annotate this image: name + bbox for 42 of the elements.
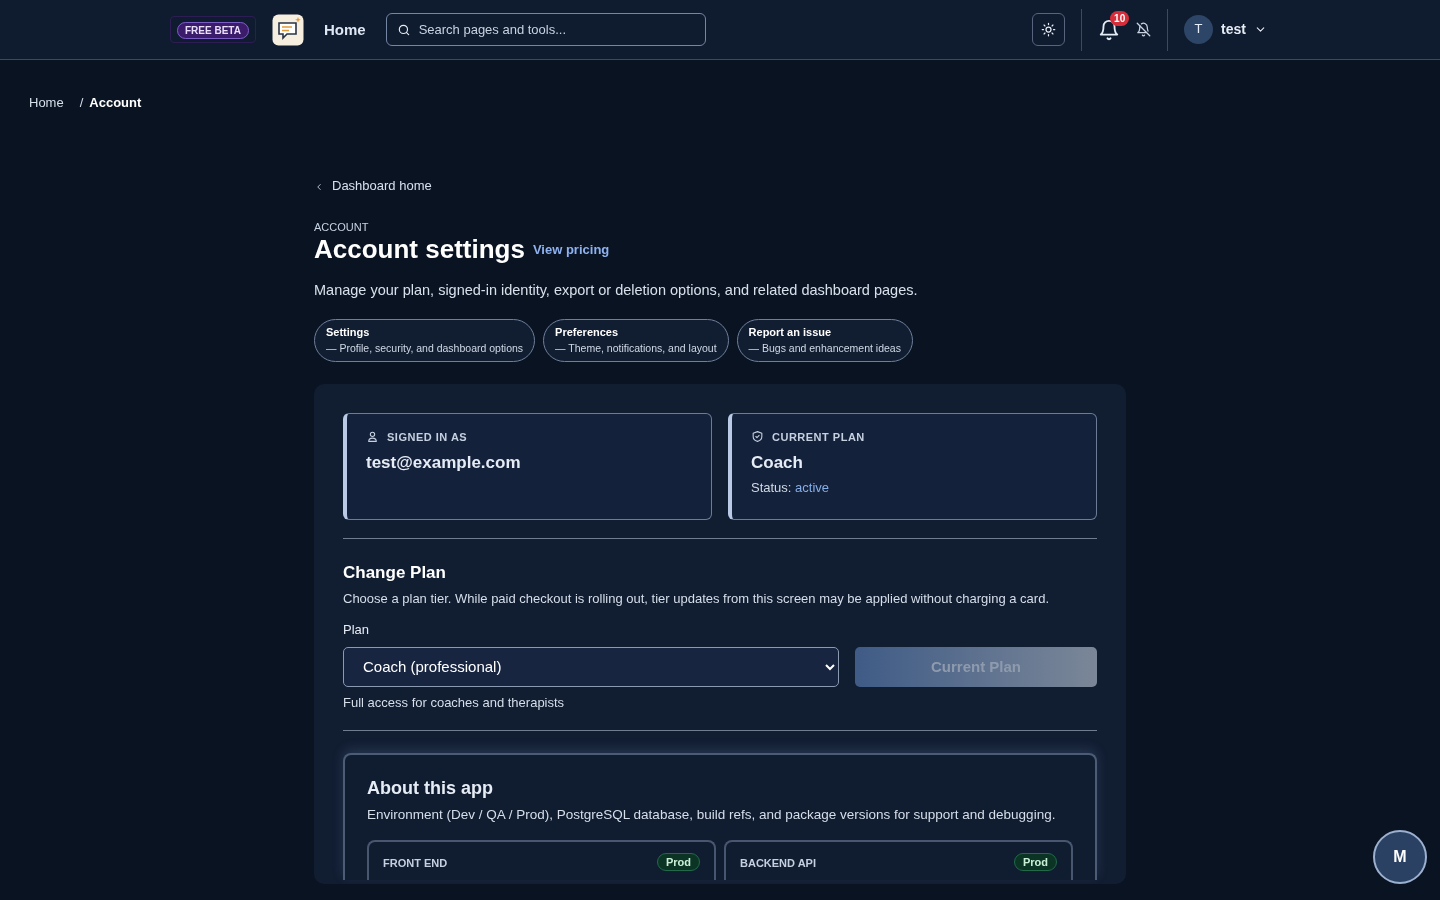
page-description: Manage your plan, signed-in identity, export or deletion options, and related dashboard pages. [314,280,919,300]
quick-link-pill[interactable]: Report an issue — Bugs and enhancement ideas [736,318,913,362]
quick-link-pill[interactable]: Preferences — Theme, notifications, and layout [543,318,729,362]
plan-select[interactable]: Coach (professional) [343,646,839,687]
search-field[interactable]: Search pages and tools... [385,13,706,46]
chevron-left-icon [314,181,324,192]
breadcrumb-link[interactable]: Account [89,95,142,112]
field-label: Plan [343,621,371,639]
page-title: Account settings [314,234,525,266]
card-value: Coach [751,451,804,474]
breadcrumb-link[interactable]: Home [29,95,64,112]
eyebrow-label: ACCOUNT [314,220,370,235]
bell-off-icon[interactable] [1136,22,1152,37]
beta-badge: FREE BETA [177,22,249,40]
sun-icon [1041,22,1057,37]
section-title: Change Plan [343,562,447,583]
section-description: Choose a plan tier. While paid checkout is rolling out, tier updates from this screen may be applied without charging a card. [343,590,1050,608]
search-icon [396,23,411,37]
environment-label: BACKEND API [740,855,816,870]
home-link[interactable]: Home [323,19,366,40]
plan-hint: Full access for coaches and therapists [343,694,566,712]
theme-toggle-button[interactable] [1032,13,1066,46]
breadcrumb-separator: / [79,95,84,112]
environment-badge: Prod [656,852,700,871]
card-label: CURRENT PLAN [772,429,865,444]
user-avatar[interactable]: T [1184,15,1214,44]
logo-icon[interactable] [271,13,304,46]
plan-status: Status: active [751,479,831,497]
card-value: test@example.com [366,451,522,474]
notification-count: 10 [1110,10,1130,26]
shield-check-icon [751,430,764,444]
back-link[interactable]: Dashboard home [314,178,432,196]
user-name[interactable]: test [1221,20,1246,39]
section-description: Environment (Dev / QA / Prod), PostgreSQL database, build refs, and package versions for support and debugging. [367,806,1057,824]
user-icon [366,430,379,444]
assistant-button[interactable]: M [1373,830,1427,884]
card-label: SIGNED IN AS [387,429,468,444]
quick-link-pill[interactable]: Settings — Profile, security, and dashboard options [314,318,536,362]
environment-label: FRONT END [383,855,448,870]
pricing-link[interactable]: View pricing [532,241,610,259]
environment-badge: Prod [1013,852,1057,871]
section-title: About this app [367,776,494,800]
